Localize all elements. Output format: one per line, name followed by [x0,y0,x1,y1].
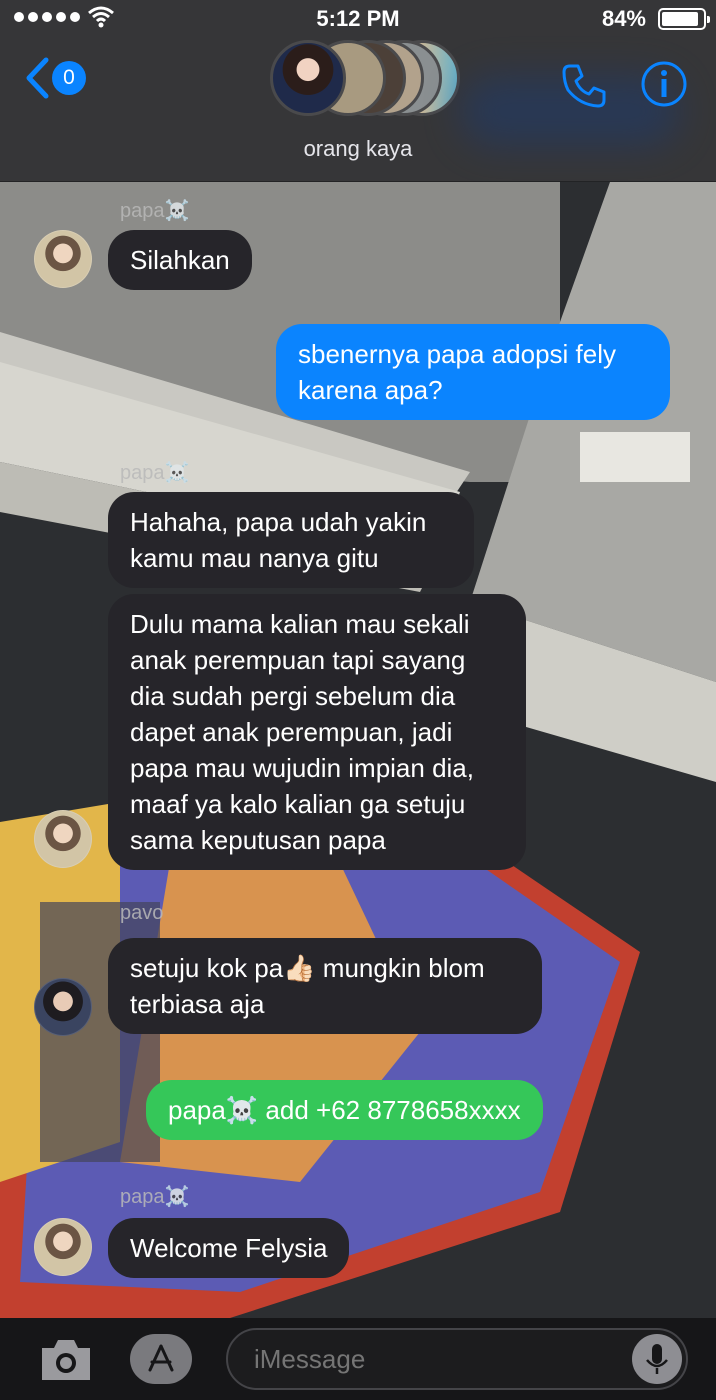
sender-name: papa☠️ [120,462,190,484]
message-bubble[interactable]: papa☠️ add +62 8778658xxxx [146,1080,543,1140]
app-store-button[interactable] [130,1334,192,1384]
member-avatar [270,40,346,116]
microphone-icon [646,1344,668,1374]
unread-count-badge: 0 [52,61,86,95]
message-bubble[interactable]: Hahaha, papa udah yakin kamu mau nanya g… [108,492,474,588]
phone-icon[interactable] [560,62,608,110]
conversation-header: 0 orang kaya [0,36,716,182]
compose-bar [0,1318,716,1400]
microphone-button[interactable] [632,1334,682,1384]
message-input[interactable] [226,1328,688,1390]
sender-name: pavo [120,902,164,924]
message-bubble[interactable]: setuju kok pa👍🏻 mungkin blom terbiasa aj… [108,938,542,1034]
message-bubble[interactable]: Welcome Felysia [108,1218,350,1278]
avatar[interactable] [34,978,92,1036]
message-thread[interactable]: papa☠️ Silahkan sbenernya papa adopsi fe… [0,182,716,1318]
battery-percentage: 84% [601,6,646,31]
back-button[interactable]: 0 [24,56,86,100]
message-bubble[interactable]: Silahkan [108,230,252,290]
group-avatar-stack[interactable] [270,38,460,118]
sender-name: papa☠️ [120,1186,190,1208]
camera-icon[interactable] [38,1336,94,1382]
message-bubble[interactable]: sbenernya papa adopsi fely karena apa? [276,324,670,420]
chevron-left-icon [26,57,49,99]
status-bar: 5:12 PM 84% [0,0,716,36]
message-bubble[interactable]: Dulu mama kalian mau sekali anak perempu… [108,594,526,870]
app-store-icon [148,1344,174,1372]
avatar[interactable] [34,810,92,868]
battery-icon [658,8,710,30]
avatar[interactable] [34,230,92,288]
avatar[interactable] [34,1218,92,1276]
sender-name: papa☠️ [120,200,190,222]
info-icon[interactable] [640,60,688,108]
